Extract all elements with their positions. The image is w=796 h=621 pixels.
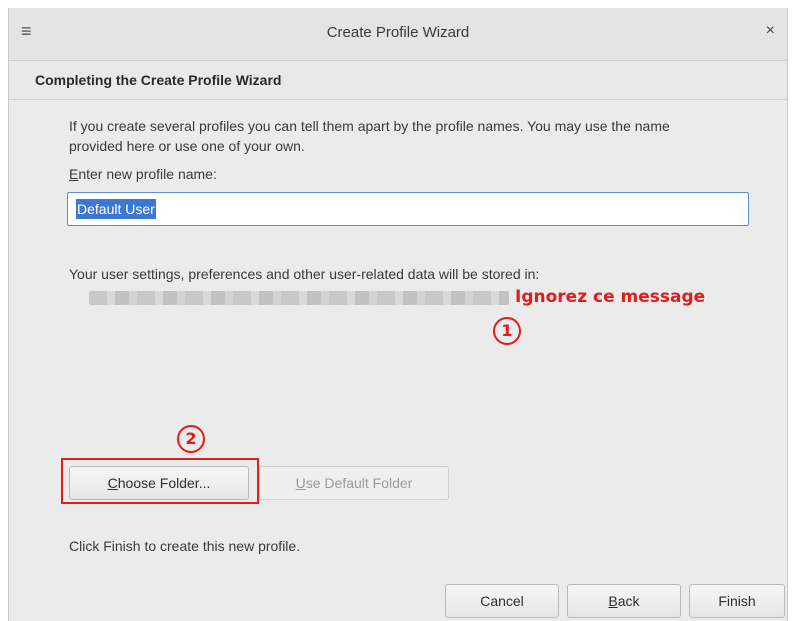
annotation-marker-2: 2: [177, 425, 205, 453]
intro-text: If you create several profiles you can t…: [69, 118, 670, 154]
use-default-folder-label: se Default Folder: [305, 475, 413, 491]
create-profile-wizard-window: ≡ Create Profile Wizard × Completing the…: [8, 8, 788, 621]
back-label: ack: [617, 593, 640, 609]
mnemonic-b: B: [608, 593, 618, 609]
profile-name-value: Default User: [76, 199, 156, 219]
profile-name-label-rest: nter new profile name:: [78, 166, 217, 182]
finish-button[interactable]: Finish: [689, 584, 785, 618]
annotation-marker-1: 1: [493, 317, 521, 345]
mnemonic-e: E: [69, 166, 79, 182]
annotation-note: Ignorez ce message: [515, 287, 706, 307]
wizard-content: If you create several profiles you can t…: [9, 100, 787, 621]
use-default-folder-button[interactable]: Use Default Folder: [259, 466, 449, 500]
close-icon[interactable]: ×: [766, 22, 775, 40]
title-bar: ≡ Create Profile Wizard ×: [9, 8, 787, 61]
profile-name-input[interactable]: Default User: [67, 192, 749, 226]
back-button[interactable]: Back: [567, 584, 681, 618]
window-title: Create Profile Wizard: [326, 24, 470, 41]
mnemonic-c: C: [107, 475, 118, 491]
profile-name-label: Enter new profile name:: [69, 166, 217, 182]
storage-location-label: Your user settings, preferences and othe…: [69, 266, 540, 282]
mnemonic-u: U: [295, 475, 306, 491]
choose-folder-label: hoose Folder...: [117, 475, 211, 491]
choose-folder-button[interactable]: Choose Folder...: [69, 466, 249, 500]
page-title: Completing the Create Profile Wizard: [35, 72, 282, 88]
blurred-storage-path: [89, 291, 509, 305]
cancel-button[interactable]: Cancel: [445, 584, 559, 618]
page-header: Completing the Create Profile Wizard: [9, 61, 787, 100]
finish-instructions: Click Finish to create this new profile.: [69, 538, 301, 554]
